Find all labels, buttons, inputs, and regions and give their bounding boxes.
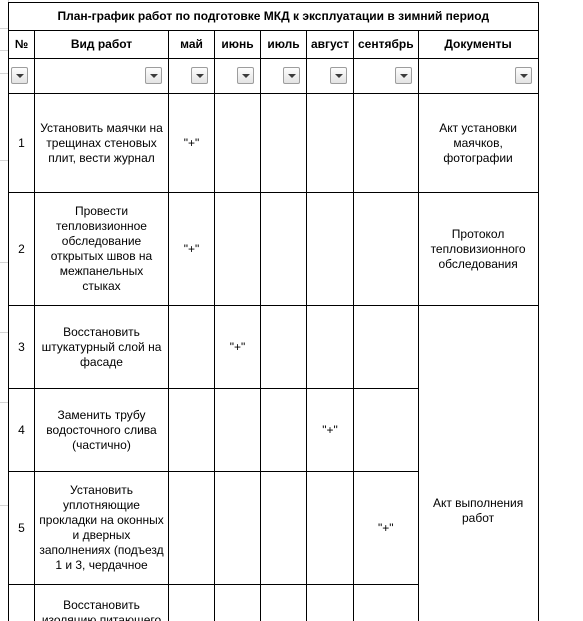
cell-month[interactable]: [261, 585, 307, 621]
cell-month[interactable]: [261, 306, 307, 389]
cell-no[interactable]: 4: [9, 389, 35, 472]
cell-no[interactable]: 5: [9, 472, 35, 585]
cell-month[interactable]: [307, 585, 354, 621]
cell-doc[interactable]: Акт установки маячков, фотографии: [418, 94, 538, 193]
cell-month[interactable]: "+": [169, 585, 215, 621]
title-row: План-график работ по подготовке МКД к эк…: [9, 3, 539, 31]
cell-month[interactable]: [307, 193, 354, 306]
schedule-table: План-график работ по подготовке МКД к эк…: [8, 2, 539, 621]
header-month-july: июль: [261, 31, 307, 59]
cell-month[interactable]: [261, 472, 307, 585]
spreadsheet-sheet: План-график работ по подготовке МКД к эк…: [0, 0, 583, 621]
cell-month[interactable]: "+": [307, 389, 354, 472]
header-month-may: май: [169, 31, 215, 59]
cell-no[interactable]: 1: [9, 94, 35, 193]
cell-month[interactable]: [307, 306, 354, 389]
cell-work[interactable]: Заменить трубу водосточного слива (части…: [35, 389, 169, 472]
filter-button[interactable]: [145, 67, 162, 84]
cell-doc[interactable]: Протокол тепловизионного обследования: [418, 193, 538, 306]
cell-month[interactable]: [307, 472, 354, 585]
cell-month[interactable]: "+": [169, 94, 215, 193]
filter-button[interactable]: [330, 67, 347, 84]
cell-month[interactable]: [353, 94, 418, 193]
table-title: План-график работ по подготовке МКД к эк…: [9, 3, 539, 31]
cell-month[interactable]: [169, 389, 215, 472]
cell-month[interactable]: [353, 585, 418, 621]
cell-month[interactable]: [215, 585, 261, 621]
cell-work[interactable]: Установить уплотняющие прокладки на окон…: [35, 472, 169, 585]
header-work: Вид работ: [35, 31, 169, 59]
filter-button[interactable]: [515, 67, 532, 84]
filter-button[interactable]: [283, 67, 300, 84]
cell-no[interactable]: 3: [9, 306, 35, 389]
table-row: 2Провести тепловизионное обследование от…: [9, 193, 539, 306]
cell-work[interactable]: Провести тепловизионное обследование отк…: [35, 193, 169, 306]
header-row: № Вид работ май июнь июль август сентябр…: [9, 31, 539, 59]
cell-month[interactable]: [261, 389, 307, 472]
cell-work[interactable]: Восстановить штукатурный слой на фасаде: [35, 306, 169, 389]
cell-work[interactable]: Восстановить изоляцию питающего кабеля с…: [35, 585, 169, 621]
cell-month[interactable]: [215, 389, 261, 472]
cell-month[interactable]: "+": [215, 306, 261, 389]
filter-button[interactable]: [191, 67, 208, 84]
cell-month[interactable]: "+": [353, 472, 418, 585]
cell-month[interactable]: [261, 193, 307, 306]
cell-month[interactable]: [215, 472, 261, 585]
cell-month[interactable]: [169, 306, 215, 389]
header-month-september: сентябрь: [353, 31, 418, 59]
table-row: 1Установить маячки на трещинах стеновых …: [9, 94, 539, 193]
filter-row: [9, 59, 539, 94]
table-row: 3Восстановить штукатурный слой на фасаде…: [9, 306, 539, 389]
filter-button[interactable]: [395, 67, 412, 84]
header-month-august: август: [307, 31, 354, 59]
filter-button[interactable]: [237, 67, 254, 84]
cell-no[interactable]: 6: [9, 585, 35, 621]
cell-month[interactable]: [353, 306, 418, 389]
header-docs: Документы: [418, 31, 538, 59]
cell-doc[interactable]: Акт выполнения работ: [418, 306, 538, 621]
cell-month[interactable]: "+": [169, 193, 215, 306]
header-month-june: июнь: [215, 31, 261, 59]
cell-month[interactable]: [353, 193, 418, 306]
cell-month[interactable]: [215, 193, 261, 306]
cell-no[interactable]: 2: [9, 193, 35, 306]
filter-button[interactable]: [11, 67, 28, 84]
cell-month[interactable]: [261, 94, 307, 193]
cell-month[interactable]: [353, 389, 418, 472]
cell-month[interactable]: [307, 94, 354, 193]
cell-month[interactable]: [169, 472, 215, 585]
cell-month[interactable]: [215, 94, 261, 193]
header-no: №: [9, 31, 35, 59]
cell-work[interactable]: Установить маячки на трещинах стеновых п…: [35, 94, 169, 193]
